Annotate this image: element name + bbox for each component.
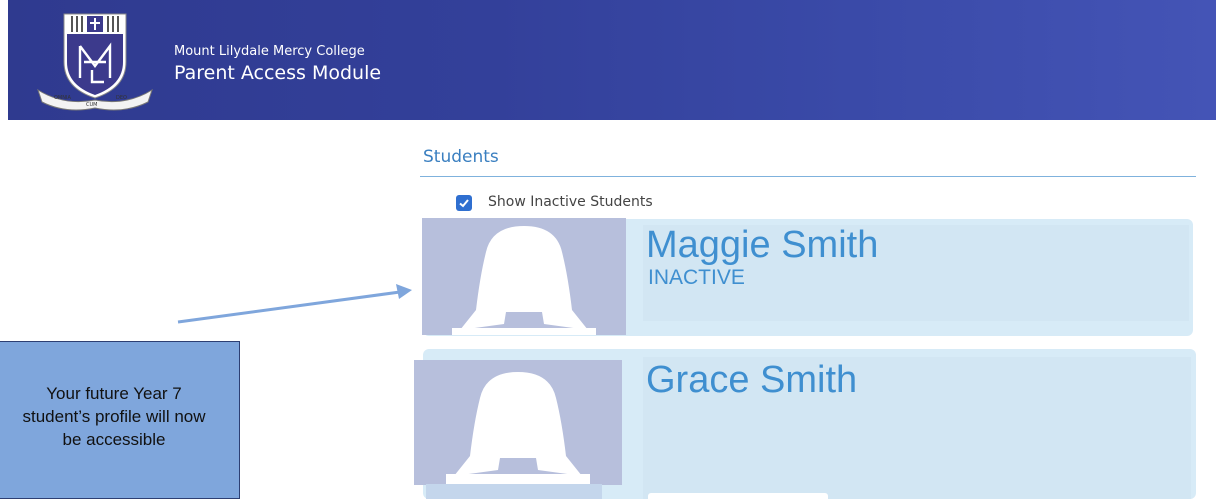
callout-line: be accessible — [62, 430, 166, 449]
callout-line: student’s profile will now — [22, 407, 206, 426]
annotation-callout: Your future Year 7 student’s profile wil… — [0, 341, 240, 499]
callout-line: Your future Year 7 — [46, 384, 182, 403]
callout-text: Your future Year 7 student’s profile wil… — [0, 382, 239, 451]
